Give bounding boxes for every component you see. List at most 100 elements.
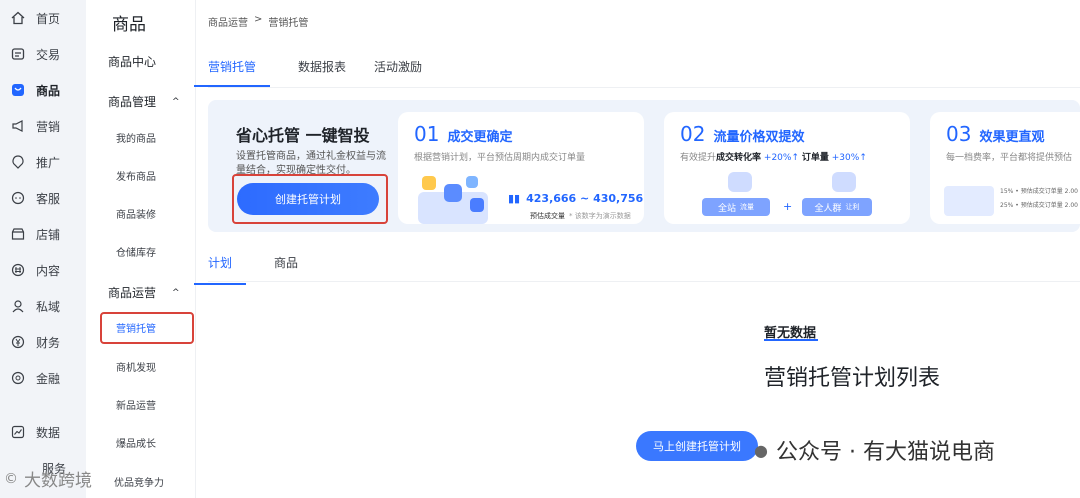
preview-panel: [944, 186, 994, 216]
traffic-icon: [728, 172, 752, 192]
watermark-text: 公众号 · 有大猫说电商: [775, 440, 995, 465]
metric-1: 成交转化率: [716, 153, 762, 163]
trade-icon: [10, 46, 26, 62]
rate-row-1: 15% • 预估成交订单量 2.00: [1000, 188, 1078, 195]
nav-money[interactable]: 金融: [10, 366, 60, 390]
nav-goods[interactable]: 商品: [10, 78, 60, 102]
subnav-group-goods-ops[interactable]: 商品运营 ^: [108, 284, 180, 301]
quick-create-plan-button[interactable]: 马上创建托管计划: [636, 431, 758, 461]
chip-label: 全站: [717, 203, 736, 214]
estimate-label-row: 预估成交量 * 该数字为演示数据: [530, 211, 631, 221]
arrow-up-icon: ↑: [859, 153, 867, 163]
card-heading: 流量价格双提效: [713, 130, 805, 145]
demo-note: * 该数字为演示数据: [569, 212, 631, 220]
tab-marketing-hosting[interactable]: 营销托管: [194, 58, 271, 87]
breadcrumb-current: 营销托管: [268, 18, 309, 29]
tab-activity-incentive[interactable]: 活动激励: [374, 58, 422, 87]
chip-sub-label: 让利: [845, 203, 860, 211]
nav-store[interactable]: 店铺: [10, 222, 60, 246]
nav-marketing[interactable]: 营销: [10, 114, 60, 138]
finance-icon: [10, 334, 26, 350]
main-nav-rail: 首页 交易 商品 营销 推广 客服 店铺 内容 私域 财务 金融 数据: [0, 0, 86, 498]
tab-data-report[interactable]: 数据报表: [298, 58, 346, 87]
subnav-title: 商品: [112, 15, 146, 35]
subnav-opportunity[interactable]: 商机发现: [116, 359, 156, 374]
list-tabs-divider: [208, 281, 1080, 282]
megaphone-icon: [10, 118, 26, 134]
store-icon: [10, 226, 26, 242]
metric-1-value: +20%: [763, 153, 792, 163]
top-tabs: 营销托管 数据报表 活动激励: [194, 58, 422, 87]
hero-title: 省心托管 一键智投: [236, 126, 370, 145]
nav-label: 私域: [36, 299, 61, 314]
home-icon: [10, 10, 26, 26]
nav-home[interactable]: 首页: [10, 6, 60, 30]
chip-all-people: 全人群 让利: [802, 198, 872, 216]
subnav-goods-decor[interactable]: 商品装修: [116, 206, 156, 221]
subnav-inventory[interactable]: 仓储库存: [116, 244, 156, 259]
card-heading: 效果更直观: [979, 130, 1045, 145]
nav-trade[interactable]: 交易: [10, 42, 60, 66]
empty-state-underline: [764, 339, 818, 341]
rate-row-2: 25% • 预估成交订单量 2.00: [1000, 202, 1078, 209]
nav-label: 数据: [36, 425, 61, 440]
nav-private[interactable]: 私域: [10, 294, 60, 318]
nav-promote[interactable]: 推广: [10, 150, 60, 174]
card-subtitle: 有效提升成交转化率 +20%↑ 订单量 +30%↑: [680, 150, 867, 163]
card-number: 02: [680, 122, 706, 146]
plus-sign: +: [783, 200, 793, 213]
group-label: 商品管理: [108, 95, 157, 109]
highlight-box: [100, 312, 194, 344]
chip-label: 全人群: [814, 203, 842, 214]
breadcrumb-separator: >: [254, 14, 263, 25]
group-label: 商品运营: [108, 286, 157, 300]
feature-card-1: 01 成交更确定 根据营销计划，平台预估周期内成交订单量 ▮▮ 423,666 ~…: [398, 112, 644, 224]
estimate-label: 预估成交量: [530, 212, 565, 220]
brand-logo-icon: ©: [4, 470, 18, 487]
nav-label: 店铺: [36, 227, 61, 242]
feature-card-2: 02 流量价格双提效 有效提升成交转化率 +20%↑ 订单量 +30%↑ 全站 流量…: [664, 112, 910, 224]
nav-label: 营销: [36, 119, 61, 134]
wechat-icon: ●: [754, 440, 768, 460]
group-label: 商品中心: [108, 55, 157, 69]
subnav-quality-goods[interactable]: 优品竞争力: [114, 474, 164, 489]
nav-data[interactable]: 数据: [10, 420, 60, 444]
chevron-up-icon: ^: [172, 96, 180, 107]
nav-label: 交易: [36, 47, 61, 62]
subnav-new-goods[interactable]: 新品运营: [116, 397, 156, 412]
watermark-left: © 大数跨境: [4, 466, 92, 492]
subnav-publish-goods[interactable]: 发布商品: [116, 168, 156, 183]
nav-content[interactable]: 内容: [10, 258, 60, 282]
nav-label: 商品: [36, 83, 61, 98]
nav-label: 内容: [36, 263, 61, 278]
nav-finance[interactable]: 财务: [10, 330, 60, 354]
subnav-goods-center[interactable]: 商品中心: [108, 53, 156, 70]
watermark-right: ● 公众号 · 有大猫说电商: [754, 434, 995, 466]
nav-service[interactable]: 客服: [10, 186, 60, 210]
subnav-hot-goods[interactable]: 爆品成长: [116, 435, 156, 450]
estimate-range-value: 423,666 ~ 430,756: [526, 192, 644, 205]
data-icon: [10, 424, 26, 440]
plan-list-title: 营销托管计划列表: [764, 366, 941, 391]
arrow-up-icon: ↑: [791, 153, 799, 163]
breadcrumb: 商品运营 > 营销托管: [208, 14, 308, 29]
private-icon: [10, 298, 26, 314]
subnav-group-goods-manage[interactable]: 商品管理 ^: [108, 93, 180, 110]
tabs-divider: [208, 87, 1080, 88]
feature-card-3: 03 效果更直观 每一档费率，平台都将提供预估 15% • 预估成交订单量 2.0…: [930, 112, 1080, 224]
card-number: 01: [414, 122, 440, 146]
card-subtitle: 根据营销计划，平台预估周期内成交订单量: [414, 153, 586, 163]
content-icon: [10, 262, 26, 278]
metric-2: 订单量: [801, 153, 829, 163]
chevron-up-icon: ^: [172, 287, 180, 298]
main-content: 商品运营 > 营销托管 营销托管 数据报表 活动激励 省心托管 一键智投 设置托…: [194, 0, 1080, 498]
card-title: 01 成交更确定: [414, 122, 512, 146]
goods-subnav: 商品 商品中心 商品管理 ^ 我的商品 发布商品 商品装修 仓储库存 商品运营 ^ …: [86, 0, 196, 498]
chip-sub-label: 流量: [740, 203, 754, 211]
nav-label: 客服: [36, 191, 61, 206]
sub-prefix: 有效提升: [680, 153, 717, 163]
subnav-my-goods[interactable]: 我的商品: [116, 130, 156, 145]
nav-label: 首页: [36, 11, 61, 26]
breadcrumb-parent[interactable]: 商品运营: [208, 14, 248, 29]
card-title: 02 流量价格双提效: [680, 122, 804, 146]
